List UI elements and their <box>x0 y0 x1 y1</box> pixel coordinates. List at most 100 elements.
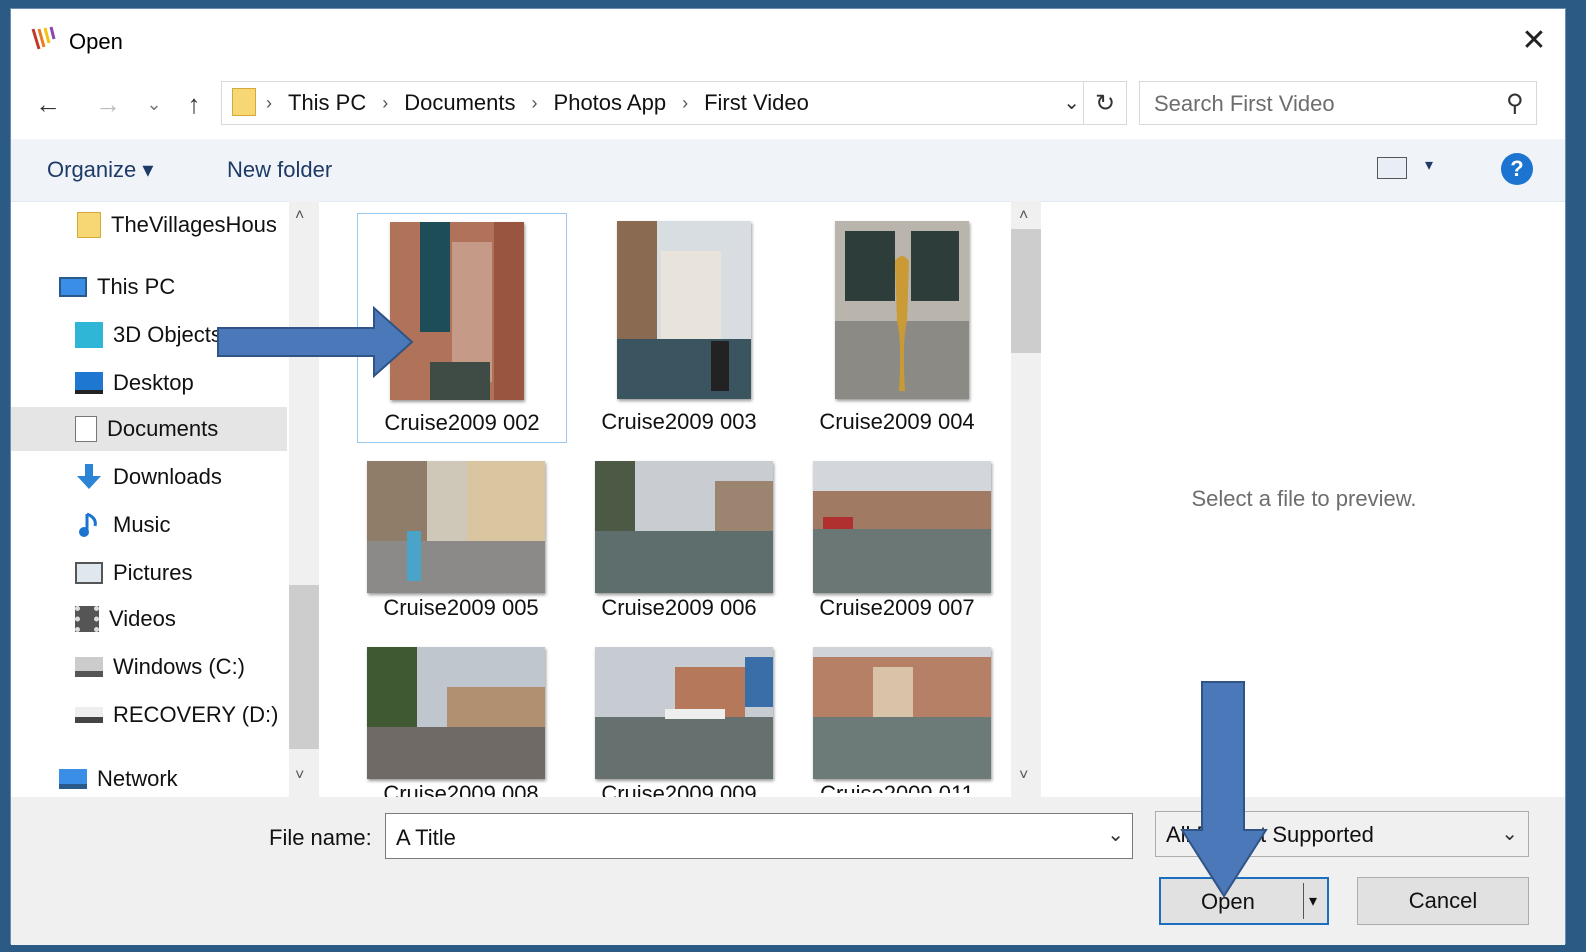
address-history-chevron-icon[interactable]: ⌄ <box>1063 90 1080 115</box>
sidebar-item-desktop[interactable]: Desktop <box>75 361 194 405</box>
refresh-button[interactable]: ↻ <box>1083 82 1126 124</box>
recent-locations-button[interactable]: ⌄ <box>137 87 171 121</box>
drive-c-icon <box>75 657 103 677</box>
file-tile-cruise2009-007[interactable]: Cruise2009 007 <box>793 451 1001 627</box>
app-logo-icon <box>31 26 56 50</box>
3d-objects-icon <box>75 322 103 348</box>
file-name-label: Cruise2009 005 <box>383 595 539 620</box>
file-type-select[interactable]: All Format Supported ⌄ <box>1155 811 1529 857</box>
breadcrumb-separator: › <box>266 92 272 113</box>
file-list: Cruise2009 002 Cruise2009 003 Cruise2009… <box>341 201 1041 797</box>
downloads-icon <box>77 464 101 489</box>
open-button[interactable]: Open ▾ <box>1159 877 1329 925</box>
music-icon <box>79 512 97 537</box>
window-title: Open <box>69 29 123 54</box>
sidebar-item-pictures[interactable]: Pictures <box>75 551 192 595</box>
file-tile-cruise2009-009[interactable]: Cruise2009 009 <box>575 637 783 797</box>
refresh-icon: ↻ <box>1094 89 1116 117</box>
sidebar-item-label: Downloads <box>113 464 222 489</box>
photo-thumbnail <box>367 461 545 593</box>
photo-thumbnail <box>813 461 991 593</box>
sidebar-item-this-pc[interactable]: This PC <box>59 265 175 309</box>
breadcrumb-separator[interactable]: › <box>382 93 388 114</box>
chevron-down-icon[interactable]: ⌄ <box>1107 822 1124 847</box>
cancel-button[interactable]: Cancel <box>1357 877 1529 925</box>
photo-thumbnail <box>617 221 751 399</box>
photo-thumbnail <box>367 647 545 779</box>
back-button[interactable]: ← <box>31 87 65 121</box>
file-tile-cruise2009-002[interactable]: Cruise2009 002 <box>357 213 567 443</box>
breadcrumb-photos-app[interactable]: Photos App <box>554 90 667 116</box>
file-tile-cruise2009-004[interactable]: Cruise2009 004 <box>793 213 1001 441</box>
videos-icon <box>75 606 99 632</box>
sidebar-item-recovery-d[interactable]: RECOVERY (D:) <box>75 693 278 737</box>
back-arrow-icon: ← <box>35 88 61 119</box>
navigation-bar: ← → ⌄ ↑ › This PC › Documents › Photos A… <box>11 79 1565 131</box>
file-name-combobox: ⌄ <box>385 813 1133 859</box>
folder-icon <box>77 212 101 238</box>
photo-thumbnail <box>595 461 773 593</box>
help-button[interactable]: ? <box>1501 153 1533 185</box>
up-button[interactable]: ↑ <box>177 87 211 121</box>
address-bar[interactable]: › This PC › Documents › Photos App › Fir… <box>221 81 1127 125</box>
search-icon[interactable]: ⚲ <box>1506 89 1524 118</box>
search-input[interactable] <box>1152 88 1486 120</box>
sidebar-item-label: Documents <box>107 416 219 441</box>
breadcrumb-documents[interactable]: Documents <box>404 90 515 116</box>
forward-button[interactable]: → <box>91 87 125 121</box>
open-options-dropdown-icon[interactable]: ▾ <box>1309 891 1317 911</box>
sidebar-item-label: 3D Objects <box>113 322 222 347</box>
sidebar-item-label: Music <box>113 512 171 537</box>
title-bar: Open ✕ <box>11 9 1565 73</box>
sidebar-item-label: This PC <box>97 274 176 299</box>
forward-arrow-icon: → <box>95 88 121 119</box>
close-button[interactable]: ✕ <box>1503 9 1565 71</box>
file-list-scroll-thumb[interactable] <box>1011 229 1041 353</box>
file-name-label: Cruise2009 009 <box>601 781 757 797</box>
drive-d-icon <box>75 707 103 723</box>
sidebar-item-3d-objects[interactable]: 3D Objects <box>75 313 222 357</box>
file-tile-cruise2009-006[interactable]: Cruise2009 006 <box>575 451 783 627</box>
scroll-up-icon[interactable]: ˄ <box>295 207 304 225</box>
file-tile-cruise2009-003[interactable]: Cruise2009 003 <box>575 213 783 441</box>
file-tile-cruise2009-011[interactable]: Cruise2009 011 <box>793 637 1001 797</box>
computer-icon <box>59 277 87 297</box>
file-name-label: Cruise2009 003 <box>601 409 757 434</box>
file-name-input[interactable] <box>394 822 1088 854</box>
sidebar-scroll-thumb[interactable] <box>289 585 319 749</box>
chevron-down-icon: ⌄ <box>146 93 162 114</box>
breadcrumb-separator[interactable]: › <box>682 93 688 114</box>
sidebar-item-thevillageshous[interactable]: TheVillagesHous <box>77 203 277 247</box>
sidebar-item-label: Network <box>97 766 178 791</box>
preview-pane: Select a file to preview. <box>1041 201 1567 797</box>
breadcrumb-separator[interactable]: › <box>532 93 538 114</box>
sidebar-item-windows-c[interactable]: Windows (C:) <box>75 645 245 689</box>
scroll-down-icon[interactable]: ˅ <box>295 767 304 785</box>
open-button-label: Open <box>1201 889 1255 914</box>
sidebar-item-label: RECOVERY (D:) <box>113 702 279 727</box>
pictures-icon <box>75 562 103 584</box>
photo-thumbnail <box>813 647 991 779</box>
view-options-dropdown[interactable]: ▾ <box>1425 155 1433 175</box>
file-list-scrollbar[interactable]: ˄ ˅ <box>1011 201 1041 797</box>
file-name-label: Cruise2009 002 <box>384 410 540 435</box>
breadcrumb-this-pc[interactable]: This PC <box>288 90 366 116</box>
organize-button[interactable]: Organize ▾ <box>47 157 153 183</box>
sidebar-item-documents[interactable]: Documents <box>11 407 287 451</box>
file-tile-cruise2009-005[interactable]: Cruise2009 005 <box>357 451 565 627</box>
desktop-icon <box>75 372 103 394</box>
file-tile-cruise2009-008[interactable]: Cruise2009 008 <box>357 637 565 797</box>
preview-message: Select a file to preview. <box>1191 486 1417 511</box>
scroll-up-icon[interactable]: ˄ <box>1019 207 1028 225</box>
sidebar-item-videos[interactable]: Videos <box>75 597 176 641</box>
breadcrumb-first-video[interactable]: First Video <box>704 90 809 116</box>
sidebar-item-network[interactable]: Network <box>59 757 178 797</box>
sidebar-scrollbar[interactable]: ˄ ˅ <box>289 201 319 797</box>
sidebar-item-downloads[interactable]: Downloads <box>75 455 222 499</box>
change-view-icon[interactable] <box>1377 157 1407 179</box>
scroll-down-icon[interactable]: ˅ <box>1019 767 1028 785</box>
file-name-label: File name: <box>269 825 372 850</box>
new-folder-button[interactable]: New folder <box>227 157 332 183</box>
dialog-footer: File name: ⌄ All Format Supported ⌄ Open… <box>11 797 1565 945</box>
sidebar-item-music[interactable]: Music <box>75 503 170 547</box>
